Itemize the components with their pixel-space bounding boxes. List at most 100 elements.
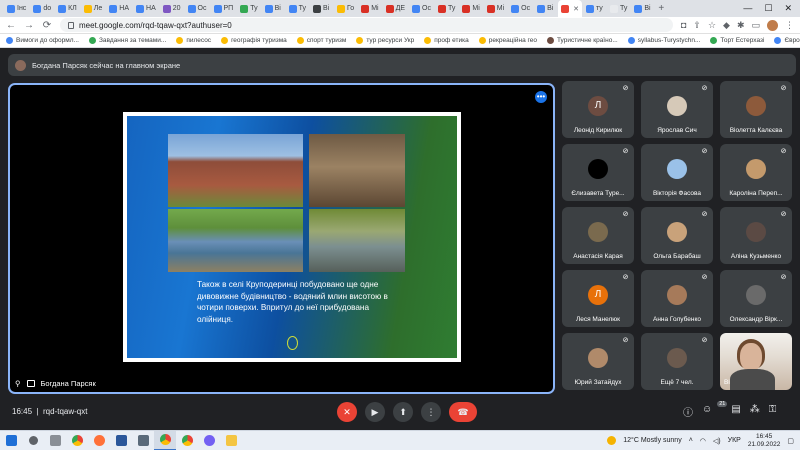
participant-tile[interactable]: ⊘ Кароліна Переп... [720, 144, 792, 201]
participant-tile[interactable]: ⊘ Анастасія Карая [562, 207, 634, 264]
browser-tab[interactable]: Ту [607, 1, 630, 16]
browser-tab[interactable]: Ві [310, 1, 333, 16]
tab-close-icon[interactable]: ✕ [573, 5, 579, 13]
bookmark-item[interactable]: рекреаційна гео [478, 37, 537, 44]
start-button[interactable] [0, 431, 22, 450]
browser-tab[interactable]: Мі [459, 1, 482, 16]
new-tab-button[interactable]: + [655, 3, 667, 14]
puzzle-icon[interactable]: ✱ [737, 20, 745, 31]
browser-tab[interactable]: КЛ [55, 1, 80, 16]
browser-tab[interactable]: Ос [508, 1, 533, 16]
browser-tab[interactable]: НА [106, 1, 132, 16]
browser-tab[interactable]: ДЕ [383, 1, 408, 16]
clock[interactable]: 16:45 21.09.2022 [748, 433, 781, 449]
browser-tab[interactable]: Ту [435, 1, 458, 16]
info-icon[interactable]: ⓘ [683, 404, 693, 419]
participant-tile[interactable]: Ві [720, 333, 792, 390]
presentation-tile[interactable]: ••• Також в селі Круподеринці побудовано… [8, 83, 555, 394]
bookmark-item[interactable]: спорт туризм [296, 37, 346, 44]
minimize-icon[interactable]: — [743, 3, 752, 14]
share-icon[interactable]: ⇪ [693, 20, 701, 31]
people-icon[interactable]: ☺ 21 [702, 401, 728, 419]
participant-tile[interactable]: ⊘ Ольга Барабаш [641, 207, 713, 264]
participant-tile[interactable]: Л ⊘ Леонід Кирилюк [562, 81, 634, 138]
url-field[interactable]: meet.google.com/rqd-tqaw-qxt?authuser=0 [60, 18, 673, 32]
explorer-icon[interactable] [132, 431, 154, 450]
word-icon[interactable] [110, 431, 132, 450]
participant-tile[interactable]: ⊘ Юрий Затайдух [562, 333, 634, 390]
browser-tab[interactable]: Ві [262, 1, 285, 16]
browser-tab[interactable]: Мі [484, 1, 507, 16]
task-view-icon[interactable] [44, 431, 66, 450]
browser-tab[interactable]: ту [583, 1, 606, 16]
maximize-icon[interactable]: ☐ [764, 3, 772, 14]
bookmark-item[interactable]: Туристичне країно... [546, 37, 618, 44]
participant-tile[interactable]: ⊘ Віолетта Калєєва [720, 81, 792, 138]
participant-tile[interactable]: Л ⊘ Леся Манелюк [562, 270, 634, 327]
browser-tab[interactable]: РП [211, 1, 237, 16]
bookmark-item[interactable]: Вимоги до оформл... [6, 37, 79, 44]
chrome-active-icon[interactable] [154, 430, 176, 450]
camera-button[interactable]: ▶ [365, 402, 385, 422]
browser-tab[interactable]: Ту [237, 1, 260, 16]
notifications-icon[interactable]: ▢ [787, 437, 794, 445]
bookmark-item[interactable]: географія туризма [221, 37, 287, 44]
firefox-icon[interactable] [88, 431, 110, 450]
extensions-icon[interactable]: ◆ [723, 20, 730, 31]
profile-avatar[interactable] [767, 19, 778, 31]
participant-tile[interactable]: ⊘ Ещё 7 чел. [641, 333, 713, 390]
tray-arrow-icon[interactable]: ˄ [689, 437, 693, 444]
chat-icon[interactable]: ▤ [731, 404, 740, 419]
browser-tab[interactable]: Ле [81, 1, 106, 16]
bookmark-item[interactable]: Завдання за темами... [88, 37, 166, 44]
close-window-icon[interactable]: ✕ [784, 3, 792, 14]
back-icon[interactable]: ← [6, 20, 16, 31]
folder-icon[interactable] [220, 431, 242, 450]
volume-icon[interactable]: ◁) [713, 437, 721, 445]
bookmark-item[interactable]: проф етика [424, 37, 469, 44]
leave-call-button[interactable]: ☎ [449, 402, 477, 422]
browser-tab[interactable]: Інс [4, 1, 29, 16]
participant-tile[interactable]: ⊘ Анна Голубенко [641, 270, 713, 327]
browser-tab[interactable]: НА [133, 1, 159, 16]
participant-tile[interactable]: ⊘ Вікторія Фасова [641, 144, 713, 201]
participant-tile[interactable]: ⊘ Ярослав Сич [641, 81, 713, 138]
camera-icon[interactable]: ◘ [681, 20, 686, 30]
bookmark-item[interactable]: syllabus-Turystychn... [627, 37, 700, 44]
bookmark-item[interactable]: Європа – УМІТИ [774, 37, 800, 44]
participant-tile[interactable]: ⊘ Аліна Кузьменко [720, 207, 792, 264]
participant-tile[interactable]: ⊘ Єлизавета Туре... [562, 144, 634, 201]
browser-tab[interactable]: Ту [286, 1, 309, 16]
browser-tab[interactable]: Ос [185, 1, 210, 16]
more-options-button[interactable]: ⋮ [421, 402, 441, 422]
chrome-icon[interactable] [66, 431, 88, 450]
pin-icon[interactable]: ⚲ [15, 379, 21, 388]
browser-tab[interactable]: Го [334, 1, 357, 16]
browser-tab[interactable]: do [30, 1, 54, 16]
weather-text[interactable]: 12°C Mostly sunny [623, 437, 681, 444]
menu-icon[interactable]: ⋮ [785, 20, 794, 31]
forward-icon[interactable]: → [24, 20, 34, 31]
viber-icon[interactable] [198, 431, 220, 450]
present-button[interactable]: ⬆ [393, 402, 413, 422]
bookmark-item[interactable]: пилесос [176, 37, 211, 44]
network-icon[interactable]: ◠ [700, 437, 706, 445]
browser-tab[interactable]: Ос [409, 1, 434, 16]
sidebar-icon[interactable]: ▭ [751, 20, 760, 31]
more-options-icon[interactable]: ••• [535, 91, 547, 103]
chrome-icon-2[interactable] [176, 431, 198, 450]
activities-icon[interactable]: ⁂ [750, 404, 760, 419]
bookmark-item[interactable]: Торт Естерхазі [710, 37, 764, 44]
browser-tab[interactable]: Ві [534, 1, 557, 16]
mic-off-button[interactable]: ✕ [337, 402, 357, 422]
browser-tab[interactable]: ✕ [558, 0, 582, 17]
browser-tab[interactable]: Мі [358, 1, 381, 16]
language-indicator[interactable]: УКР [728, 437, 741, 444]
participant-tile[interactable]: ⊘ Олександр Вірк... [720, 270, 792, 327]
host-controls-icon[interactable]: ⚿ [769, 404, 777, 419]
browser-tab[interactable]: Ві [631, 1, 654, 16]
reload-icon[interactable]: ⟳ [42, 20, 52, 31]
bookmark-item[interactable]: тур ресурси Укр [356, 37, 414, 44]
search-icon[interactable] [22, 431, 44, 450]
star-icon[interactable]: ☆ [708, 20, 716, 31]
